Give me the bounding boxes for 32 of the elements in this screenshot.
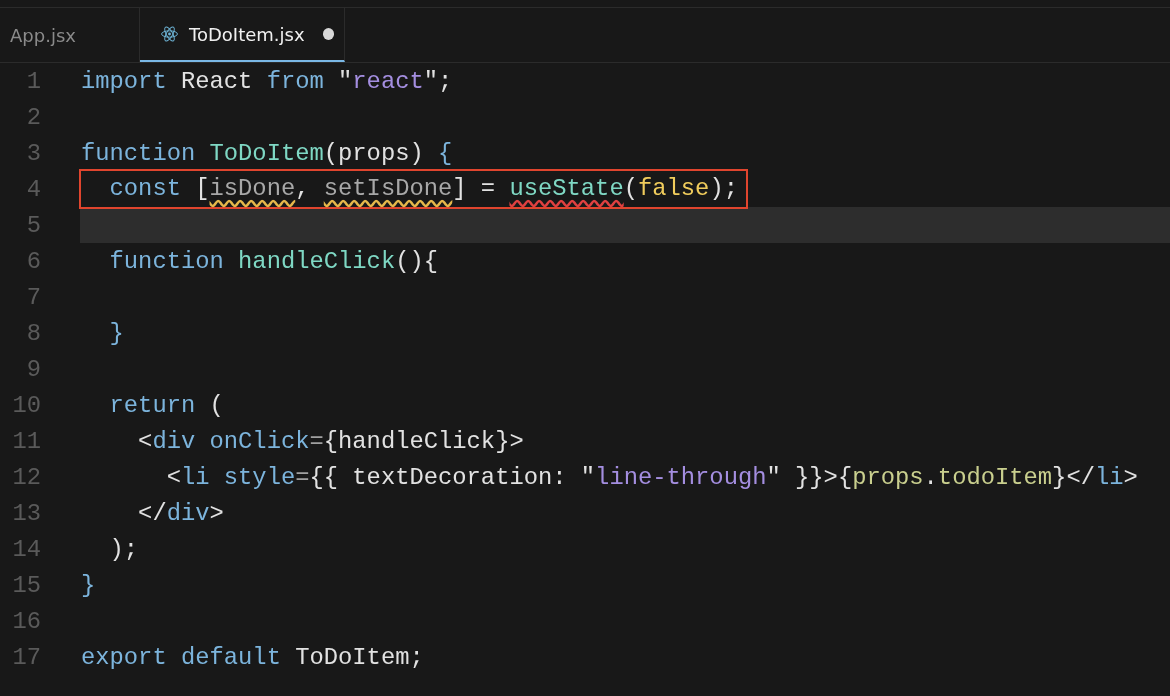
code-line: <div onClick={handleClick}> — [137, 427, 524, 455]
line-number: 6 — [25, 247, 41, 275]
code-line: return ( — [108, 391, 224, 419]
line-number: 7 — [25, 283, 41, 311]
editor-tab[interactable]: App.jsx — [0, 8, 140, 62]
line-number: 17 — [11, 643, 41, 671]
code-line: function handleClick(){ — [108, 247, 439, 275]
code-line: ); — [108, 535, 139, 563]
line-number: 8 — [25, 319, 41, 347]
line-number: 10 — [11, 391, 41, 419]
code-line: } — [81, 571, 96, 599]
line-number: 3 — [25, 139, 41, 167]
code-line: function ToDoItem(props) { — [81, 139, 453, 167]
line-number: 1 — [25, 67, 41, 95]
line-number: 5 — [25, 211, 41, 239]
code-line: <li style={{ textDecoration: "line-through" }}>{props.todoItem}</li> — [165, 463, 1138, 491]
line-number: 2 — [25, 103, 41, 131]
code-line: export default ToDoItem; — [81, 643, 424, 671]
editor-tab[interactable]: ToDoItem.jsx — [140, 8, 345, 62]
line-number: 16 — [11, 607, 41, 635]
line-number: 14 — [11, 535, 41, 563]
line-number: 11 — [11, 427, 41, 455]
code-line: </div> — [137, 499, 224, 527]
atom-icon — [160, 24, 179, 44]
line-number: 4 — [25, 175, 41, 203]
line-number: 13 — [11, 499, 41, 527]
line-number: 9 — [25, 355, 41, 383]
code-line: import React from "react"; — [81, 67, 453, 95]
code-line: } — [108, 319, 124, 347]
code-line: const [isDone, setIsDone] = useState(false); — [108, 175, 738, 202]
line-number: 12 — [11, 463, 41, 491]
line-number: 15 — [11, 571, 41, 599]
